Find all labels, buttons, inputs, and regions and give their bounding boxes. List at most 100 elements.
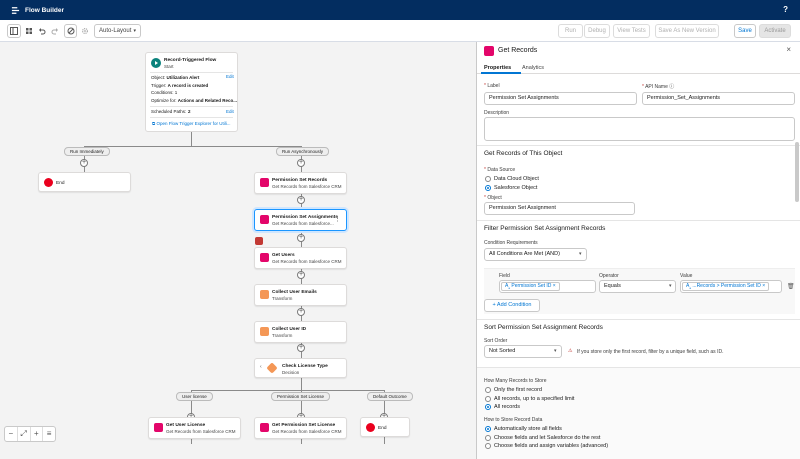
trigger-explorer-text: Open Flow Trigger Explorer for Utili... [156, 121, 231, 126]
sort-order-select[interactable]: Not Sorted [484, 345, 562, 358]
run-button[interactable]: Run [558, 24, 583, 38]
reset-view-icon[interactable]: ≡ [43, 427, 55, 441]
node-get-users[interactable]: Get Users Get Records from Salesforce CR… [254, 247, 347, 269]
outcome-default[interactable]: Default Outcome [367, 392, 413, 401]
label-field-label: * Label [484, 83, 500, 89]
panel-title: Get Records [498, 47, 538, 54]
redo-button[interactable] [49, 24, 61, 38]
radio-first-record[interactable] [485, 387, 491, 393]
start-node[interactable]: Record-Triggered Flow Start Object: Util… [145, 52, 238, 132]
flow-canvas[interactable]: Record-Triggered Flow Start Object: Util… [0, 42, 476, 459]
debug-button[interactable]: Debug [584, 24, 610, 38]
tab-analytics[interactable]: Analytics [522, 65, 544, 71]
radio-assign-variables-label: Choose fields and assign variables (adva… [494, 443, 609, 449]
node-permission-set-records[interactable]: Permission Set Records Get Records from … [254, 172, 347, 194]
end-node[interactable]: End [360, 417, 410, 437]
undo-button[interactable] [36, 24, 48, 38]
section-sort: Sort Permission Set Assignment Records [477, 319, 800, 333]
stop-icon [366, 423, 375, 432]
end-label: End [56, 181, 65, 186]
node-subtitle: Get Records from Salesforce CRM [272, 183, 342, 189]
api-name-input[interactable]: Permission_Set_Assignments [642, 92, 795, 105]
fault-icon[interactable] [255, 237, 263, 245]
zoom-out-icon[interactable]: − [5, 427, 18, 441]
fit-view-icon[interactable]: ⤢ [18, 427, 31, 441]
object-value: Utilization Alert [166, 75, 200, 80]
edit-start-link[interactable]: Edit [226, 74, 234, 79]
label-input[interactable]: Permission Set Assignments [484, 92, 637, 105]
trigger-explorer-link[interactable]: ⧉ Open Flow Trigger Explorer for Utili..… [152, 121, 231, 126]
data-source-label: * Data Source [484, 167, 516, 173]
add-element-button[interactable]: + [297, 196, 305, 204]
object-label: * Object [484, 195, 502, 201]
radio-data-cloud[interactable] [485, 176, 491, 182]
node-collect-user-id[interactable]: Collect User ID Transform [254, 321, 347, 343]
radio-first-record-label: Only the first record [494, 387, 542, 393]
activate-button[interactable]: Activate [759, 24, 791, 38]
path-run-immediately[interactable]: Run Immediately [64, 147, 110, 156]
radio-auto-store[interactable] [485, 426, 491, 432]
tab-properties[interactable]: Properties [484, 65, 511, 71]
outcome-permission-set-license[interactable]: Permission Set License [271, 392, 331, 401]
close-icon[interactable]: × [786, 45, 791, 54]
condition-select[interactable]: All Conditions Are Met (AND) [484, 248, 587, 261]
add-element-button[interactable]: + [297, 344, 305, 352]
add-element-button[interactable]: + [297, 159, 305, 167]
radio-all-records[interactable] [485, 404, 491, 410]
field-chip[interactable]: Aa Permission Set ID × [501, 282, 560, 291]
save-button[interactable]: Save [734, 24, 756, 38]
radio-limit[interactable] [485, 396, 491, 402]
object-input[interactable]: Permission Set Assignment [484, 202, 635, 215]
zoom-in-icon[interactable]: + [31, 427, 44, 441]
path-run-async[interactable]: Run Asynchronously [276, 147, 330, 156]
chevron-left-icon[interactable]: ‹ [260, 364, 262, 370]
app-header: Flow Builder ? [0, 0, 800, 20]
zoom-controls: − ⤢ + ≡ [4, 426, 56, 442]
search-button[interactable] [22, 24, 35, 38]
radio-choose-fields[interactable] [485, 435, 491, 441]
save-as-button[interactable]: Save As New Version [655, 24, 719, 38]
node-check-license-type[interactable]: ‹ Check License Type Decision [254, 358, 347, 378]
description-label: Description [484, 110, 510, 116]
transform-icon [260, 290, 269, 299]
value-chip[interactable]: Aa ...Records > Permission Set ID × [682, 282, 770, 291]
add-element-button[interactable]: + [297, 308, 305, 316]
toggle-toolbox-button[interactable] [7, 24, 21, 38]
radio-assign-variables[interactable] [485, 443, 491, 449]
radio-auto-store-label: Automatically store all fields [494, 426, 562, 432]
node-menu-icon[interactable]: ⋮ [334, 215, 341, 223]
get-records-icon [484, 46, 494, 56]
layout-select[interactable]: Auto-Layout ▾ [94, 24, 141, 38]
node-get-permission-set-license[interactable]: Get Permission Set License Get Records f… [254, 417, 347, 439]
scrollbar[interactable] [795, 142, 799, 202]
node-title: Collect User Emails [272, 290, 317, 295]
delete-icon[interactable]: 🗑 [787, 283, 795, 290]
end-label: End [378, 426, 387, 431]
outcome-user-license[interactable]: User license [176, 392, 213, 401]
node-permission-set-assignments[interactable]: Permission Set Assignments Get Records f… [254, 209, 347, 231]
operator-select[interactable]: Equals [599, 280, 676, 293]
no-errors-button[interactable] [64, 24, 77, 38]
optimize-value: Actions and Related Reco... [177, 97, 238, 103]
node-collect-user-emails[interactable]: Collect User Emails Transform [254, 284, 347, 306]
description-input[interactable] [484, 117, 795, 141]
node-title: Permission Set Assignments [272, 215, 338, 220]
add-element-button[interactable]: + [80, 159, 88, 167]
end-node[interactable]: End [38, 172, 131, 192]
add-element-button[interactable]: + [297, 271, 305, 279]
edit-scheduled-link[interactable]: Edit [226, 109, 234, 114]
node-get-user-license[interactable]: Get User License Get Records from Salesf… [148, 417, 241, 439]
radio-choose-fields-label: Choose fields and let Salesforce do the … [494, 435, 601, 441]
get-records-icon [260, 215, 269, 224]
get-records-icon [154, 423, 163, 432]
radio-data-cloud-label: Data Cloud Object [494, 176, 539, 182]
help-icon[interactable]: ? [783, 5, 788, 14]
section-get-records: Get Records of This Object [477, 145, 800, 159]
operator-column-label: Operator [599, 273, 619, 279]
add-element-button[interactable]: + [297, 234, 305, 242]
start-title: Record-Triggered Flow [164, 58, 217, 63]
add-condition-button[interactable]: + Add Condition [484, 299, 540, 312]
settings-button[interactable] [79, 24, 91, 38]
view-tests-button[interactable]: View Tests [613, 24, 650, 38]
radio-salesforce[interactable] [485, 185, 491, 191]
